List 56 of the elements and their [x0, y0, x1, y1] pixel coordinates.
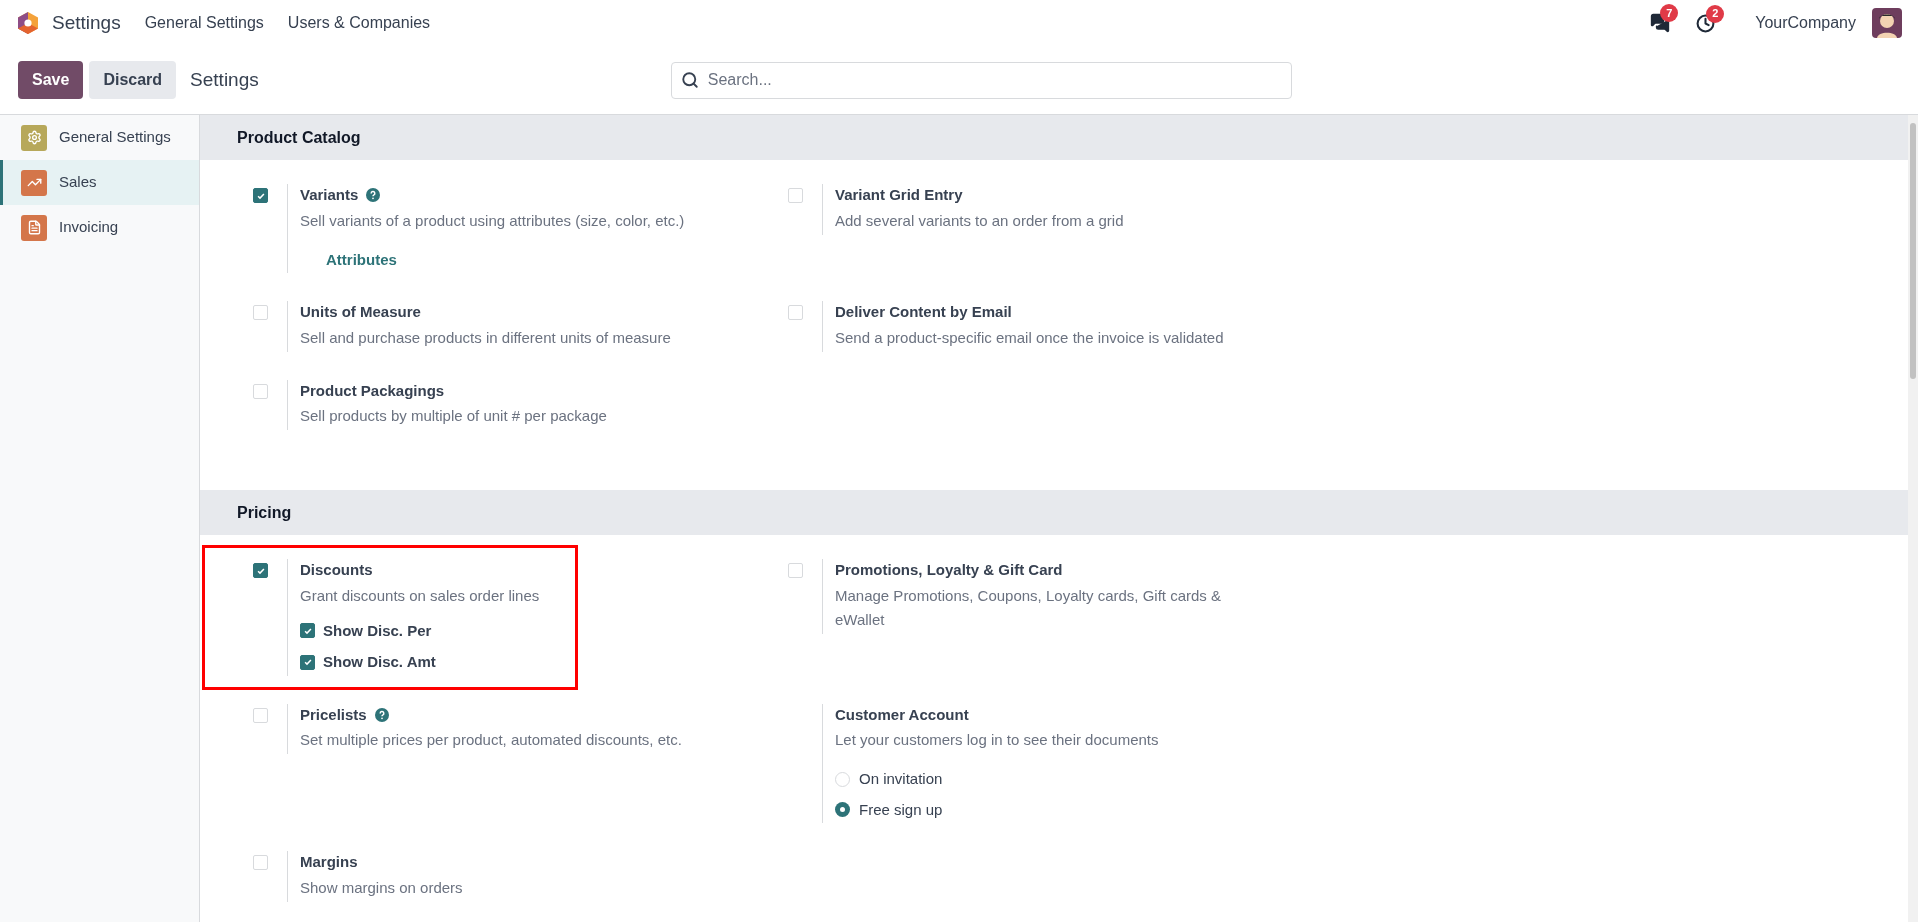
section-header: Product Catalog	[200, 115, 1908, 160]
help-icon[interactable]	[366, 188, 381, 203]
scrollbar[interactable]	[1908, 115, 1918, 922]
search-field[interactable]: Search...	[670, 61, 1292, 99]
radio-label: On invitation	[859, 769, 943, 789]
setting-description: Add several variants to an order from a grid	[835, 210, 1124, 231]
setting-checkbox[interactable]	[253, 188, 268, 203]
messages-count-badge: 7	[1660, 4, 1679, 22]
setting-title: Customer Account	[835, 704, 969, 725]
setting-title: Discounts	[300, 560, 373, 580]
chart-icon	[21, 169, 47, 196]
company-name[interactable]: YourCompany	[1755, 11, 1856, 35]
activities-count-badge: 2	[1706, 4, 1725, 23]
setting-title: Promotions, Loyalty & Gift Card	[835, 560, 1063, 580]
radio-button[interactable]	[835, 771, 850, 787]
search-icon	[680, 70, 699, 89]
gear-icon	[21, 124, 47, 151]
check-icon	[302, 657, 313, 668]
setting-title: Margins	[300, 852, 358, 872]
setting-description: Let your customers log in to see their documents	[835, 730, 1159, 750]
save-button[interactable]: Save	[18, 61, 84, 99]
app-title[interactable]: Settings	[52, 8, 121, 38]
section-header: Pricing	[200, 490, 1908, 535]
setting-description: Sell variants of a product using attributes (size, color, etc.)	[300, 210, 685, 231]
avatar-icon[interactable]	[1872, 8, 1902, 38]
help-icon[interactable]	[374, 707, 389, 722]
app-logo-icon[interactable]	[16, 11, 40, 35]
menu-item[interactable]: General Settings	[144, 11, 264, 35]
setting-title: Deliver Content by Email	[835, 302, 1012, 322]
sidebar-item[interactable]: Sales	[0, 160, 199, 205]
setting-description: Grant discounts on sales order lines	[300, 585, 540, 606]
setting-description: Send a product-specific email once the invoice is validated	[835, 327, 1224, 348]
sidebar-item[interactable]: Invoicing	[0, 205, 199, 250]
setting-title: Variant Grid Entry	[835, 185, 963, 205]
option-checkbox[interactable]	[300, 623, 315, 639]
setting-title: Units of Measure	[300, 302, 421, 322]
option-checkbox[interactable]	[300, 654, 315, 670]
setting-description: Sell products by multiple of unit # per package	[300, 406, 607, 426]
setting-title: Variants	[300, 185, 359, 205]
discard-button[interactable]: Discard	[89, 61, 177, 99]
setting-title: Pricelists	[300, 704, 367, 725]
setting-title: Product Packagings	[300, 380, 445, 401]
option-label: Show Disc. Amt	[323, 652, 436, 672]
document-icon	[21, 214, 47, 241]
sidebar-item[interactable]: General Settings	[0, 115, 199, 160]
setting-description: Show margins on orders	[300, 877, 463, 898]
attributes-link[interactable]: Attributes	[326, 248, 685, 271]
setting-description: Manage Promotions, Coupons, Loyalty cards, Gift cards & eWallet	[835, 585, 1222, 630]
breadcrumb: Settings	[190, 67, 259, 92]
setting-description: Sell and purchase products in different units of measure	[300, 327, 671, 348]
radio-button[interactable]	[835, 802, 850, 818]
radio-label: Free sign up	[859, 799, 943, 820]
setting-checkbox[interactable]	[253, 563, 268, 578]
setting-description: Set multiple prices per product, automated discounts, etc.	[300, 730, 682, 750]
option-label: Show Disc. Per	[323, 620, 432, 641]
menu-item[interactable]: Users & Companies	[287, 11, 431, 35]
